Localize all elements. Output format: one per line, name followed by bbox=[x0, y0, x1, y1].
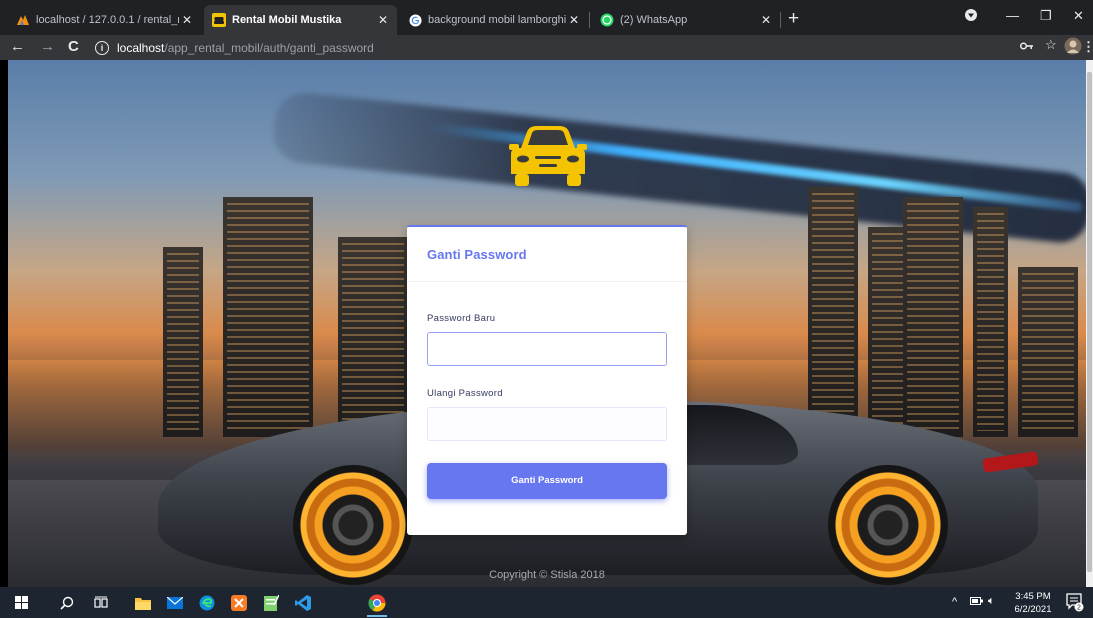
key-icon[interactable] bbox=[1019, 39, 1034, 54]
building bbox=[1018, 267, 1078, 437]
car-favicon-icon bbox=[212, 13, 226, 27]
tab-close-icon[interactable]: ✕ bbox=[179, 13, 195, 27]
search-icon[interactable] bbox=[52, 587, 82, 618]
car-rear-wheel bbox=[828, 465, 948, 585]
battery-icon[interactable] bbox=[970, 596, 983, 608]
new-tab-plus-icon[interactable]: + bbox=[788, 6, 799, 32]
building bbox=[163, 247, 203, 437]
change-password-card: Ganti Password Password Baru Ulangi Pass… bbox=[407, 225, 687, 535]
back-arrow-icon[interactable]: ← bbox=[10, 38, 25, 56]
notepad-icon[interactable] bbox=[256, 587, 286, 618]
new-password-label: Password Baru bbox=[427, 313, 496, 324]
building bbox=[973, 207, 1008, 437]
car-front-wheel bbox=[293, 465, 413, 585]
building bbox=[808, 187, 858, 437]
building bbox=[223, 197, 313, 437]
site-info-icon[interactable]: i bbox=[95, 40, 109, 55]
clock-date: 6/2/2021 bbox=[1014, 604, 1052, 615]
repeat-password-input[interactable] bbox=[427, 407, 667, 441]
notifications-icon[interactable]: 2 bbox=[1066, 592, 1084, 615]
tab-label: localhost / 127.0.0.1 / rental_mo bbox=[36, 14, 179, 26]
footer-copyright: Copyright © Stisla 2018 bbox=[489, 569, 605, 581]
profile-avatar[interactable] bbox=[1064, 37, 1082, 58]
building bbox=[868, 227, 908, 437]
change-password-button[interactable]: Ganti Password bbox=[427, 463, 667, 499]
clock-time: 3:45 PM bbox=[1015, 591, 1051, 602]
phpmyadmin-icon bbox=[16, 13, 30, 27]
whatsapp-icon bbox=[600, 13, 614, 27]
restore-icon[interactable]: ❐ bbox=[1040, 8, 1052, 24]
tab-label: (2) WhatsApp bbox=[620, 14, 688, 26]
vscode-icon[interactable] bbox=[288, 587, 318, 618]
tab-rental-mobil-mustika[interactable]: Rental Mobil Mustika ✕ bbox=[204, 5, 397, 35]
minimize-icon[interactable]: — bbox=[1006, 8, 1019, 23]
tray-chevron-up-icon[interactable]: ^ bbox=[952, 596, 957, 608]
profile-menu-icon[interactable] bbox=[964, 8, 978, 25]
building bbox=[338, 237, 408, 437]
taskbar-clock[interactable]: 3:45 PM 6/2/2021 bbox=[1008, 590, 1058, 616]
browser-tab-strip: localhost / 127.0.0.1 / rental_mo ✕ Rent… bbox=[0, 0, 1093, 35]
motion-blur-streak bbox=[270, 90, 1086, 246]
notification-count: 2 bbox=[1077, 604, 1081, 611]
windows-taskbar: ^ 🔈︎ 3:45 PM 6/2/2021 2 bbox=[0, 587, 1093, 618]
forward-arrow-icon[interactable]: → bbox=[40, 38, 55, 56]
repeat-password-label: Ulangi Password bbox=[427, 388, 503, 399]
edge-icon[interactable] bbox=[192, 587, 222, 618]
page-background: Ganti Password Password Baru Ulangi Pass… bbox=[8, 60, 1086, 587]
file-explorer-icon[interactable] bbox=[128, 587, 158, 618]
bookmark-star-icon[interactable]: ☆ bbox=[1045, 37, 1057, 53]
tab-separator bbox=[780, 12, 781, 28]
tab-separator bbox=[589, 12, 590, 28]
card-title: Ganti Password bbox=[427, 247, 527, 262]
url-host: localhost bbox=[117, 40, 165, 55]
building bbox=[903, 197, 963, 437]
browser-menu-icon[interactable]: ⋮ bbox=[1082, 39, 1093, 55]
xampp-icon[interactable] bbox=[224, 587, 254, 618]
tab-google-search[interactable]: background mobil lamborghini h ✕ bbox=[400, 5, 588, 35]
change-password-form: Password Baru Ulangi Password Ganti Pass… bbox=[407, 282, 687, 499]
address-bar[interactable]: i localhost /app_rental_mobil/auth/ganti… bbox=[95, 37, 1025, 58]
task-view-icon[interactable] bbox=[86, 587, 116, 618]
browser-toolbar: ← → C i localhost /app_rental_mobil/auth… bbox=[0, 35, 1093, 60]
google-icon bbox=[408, 13, 422, 27]
tab-phpmyadmin[interactable]: localhost / 127.0.0.1 / rental_mo ✕ bbox=[8, 5, 201, 35]
chrome-icon[interactable] bbox=[362, 587, 392, 618]
reload-icon[interactable]: C bbox=[68, 38, 79, 56]
scrollbar-thumb[interactable] bbox=[1087, 72, 1092, 572]
new-password-input[interactable] bbox=[427, 332, 667, 366]
tab-label: Rental Mobil Mustika bbox=[232, 14, 342, 26]
tab-close-icon[interactable]: ✕ bbox=[758, 13, 774, 27]
volume-icon[interactable]: 🔈︎ bbox=[988, 595, 995, 608]
windows-start-icon[interactable] bbox=[6, 587, 36, 618]
url-path: /app_rental_mobil/auth/ganti_password bbox=[164, 40, 374, 55]
window-close-icon[interactable]: ✕ bbox=[1073, 8, 1084, 24]
tab-close-icon[interactable]: ✕ bbox=[566, 13, 582, 27]
mail-icon[interactable] bbox=[160, 587, 190, 618]
card-header: Ganti Password bbox=[407, 227, 687, 282]
car-logo-icon bbox=[505, 124, 591, 190]
tab-label: background mobil lamborghini h bbox=[428, 14, 566, 26]
tab-whatsapp[interactable]: (2) WhatsApp ✕ bbox=[592, 5, 780, 35]
tab-close-icon[interactable]: ✕ bbox=[375, 13, 391, 27]
